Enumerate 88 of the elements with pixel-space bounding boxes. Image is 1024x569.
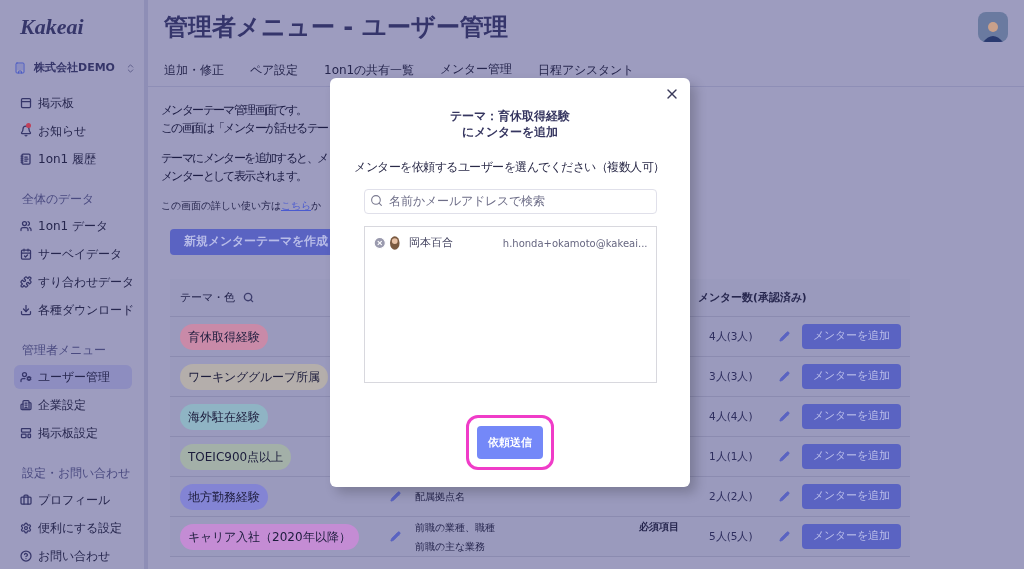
description-text: メンターテーマ管理画面です。 — [161, 102, 307, 119]
edit-icon[interactable] — [779, 331, 790, 342]
sidebar-item[interactable]: 1on1 データ — [14, 213, 132, 238]
tab[interactable]: ペア設定 — [250, 60, 298, 84]
add-mentor-button[interactable]: メンターを追加 — [802, 364, 901, 389]
calendar-check-icon — [20, 247, 32, 260]
description-text: メンターとして表示されます。 — [161, 168, 307, 185]
theme-tag: ワーキンググループ所属 — [180, 363, 328, 390]
page-title: 管理者メニュー - ユーザー管理 — [164, 12, 508, 42]
edit-icon[interactable] — [779, 531, 790, 542]
dialog-title: にメンターを追加 — [462, 124, 558, 140]
mentor-count: 5人(5人) — [709, 528, 754, 544]
avatar[interactable] — [978, 12, 1008, 42]
edit-icon[interactable] — [779, 451, 790, 462]
search-icon — [369, 194, 383, 207]
mentor-count: 2人(2人) — [709, 488, 754, 504]
column-header: メンター数(承認済み) — [698, 289, 807, 305]
sidebar-item[interactable]: すり合わせデータ — [14, 269, 132, 294]
edit-icon[interactable] — [779, 491, 790, 502]
mentor-count: 3人(3人) — [709, 368, 754, 384]
download-icon — [20, 303, 32, 316]
required-label: 必須項目 — [639, 520, 679, 534]
field-name: 前職の主な業務 — [415, 539, 486, 554]
search-icon[interactable] — [243, 292, 254, 303]
theme-tag: 地方勤務経験 — [180, 483, 268, 510]
bell-icon — [20, 124, 32, 137]
sidebar-item[interactable]: 各種ダウンロード — [14, 297, 132, 322]
section-heading: 全体のデータ — [22, 190, 94, 208]
field-name: 配属拠点名 — [415, 490, 465, 504]
avatar-icon — [388, 236, 401, 250]
theme-tag: TOEIC900点以上 — [180, 443, 292, 470]
briefcase-icon — [20, 494, 32, 507]
section-heading: 設定・お問い合わせ — [22, 465, 130, 482]
theme-tag: 海外駐在経験 — [180, 403, 268, 430]
add-mentor-button[interactable]: メンターを追加 — [802, 524, 901, 549]
board-icon — [20, 96, 32, 109]
tab[interactable]: 追加・修正 — [164, 60, 224, 84]
sidebar-item[interactable]: 1on1 履歴 — [14, 146, 132, 171]
theme-tag: キャリア入社（2020年以降） — [180, 523, 359, 550]
sidebar-item[interactable]: 掲示板設定 — [14, 421, 132, 445]
help-text: か — [311, 199, 321, 213]
edit-icon[interactable] — [779, 371, 790, 382]
help-text: この画面の詳しい使い方は — [161, 199, 281, 213]
field-name: 前職の業種、職種 — [415, 520, 495, 535]
sort-icon — [125, 62, 136, 74]
description-text: この画面は「メンターが話せるテー — [161, 120, 328, 137]
sidebar-item[interactable]: 便利にする設定 — [14, 516, 132, 541]
add-mentor-button[interactable]: メンターを追加 — [802, 404, 901, 429]
mentor-count: 1人(1人) — [709, 448, 754, 464]
notebook-icon — [20, 152, 32, 165]
sidebar-item[interactable]: プロフィール — [14, 488, 132, 513]
edit-icon[interactable] — [779, 411, 790, 422]
settings-icon — [20, 522, 32, 535]
sidebar-item[interactable]: 掲示板 — [14, 90, 132, 115]
user-email: h.honda+okamoto@kakeai... — [502, 236, 648, 251]
tab[interactable]: 日程アシスタント — [538, 60, 635, 84]
column-header: テーマ・色 — [180, 289, 235, 305]
sidebar-item[interactable]: 企業設定 — [14, 393, 132, 417]
layout-icon — [20, 427, 32, 439]
tab[interactable]: 1on1の共有一覧 — [324, 60, 415, 84]
sidebar-item[interactable]: ユーザー管理 — [14, 365, 132, 389]
company-selector[interactable]: 株式会社DEMO — [14, 60, 132, 77]
add-mentor-button[interactable]: メンターを追加 — [802, 484, 901, 509]
help-icon — [20, 550, 32, 563]
user-gear-icon — [20, 371, 32, 383]
logo: Kakeai — [20, 16, 84, 38]
mentor-count: 4人(3人) — [709, 328, 754, 344]
description-text: テーマにメンターを追加すると、メ — [161, 150, 328, 167]
dialog-title: テーマ：育休取得経験 — [450, 108, 570, 124]
user-name: 岡本百合 — [408, 235, 454, 251]
search-field[interactable]: 名前かメールアドレスで検索 — [363, 188, 657, 214]
add-mentor-button[interactable]: メンターを追加 — [802, 324, 901, 349]
people-icon — [20, 219, 32, 232]
send-request-button[interactable]: 依頼送信 — [477, 426, 543, 459]
sidebar-item[interactable]: お問い合わせ — [14, 544, 132, 569]
sidebar-item[interactable]: お知らせ — [14, 118, 132, 143]
edit-icon[interactable] — [390, 491, 401, 502]
company-icon — [14, 62, 26, 75]
theme-tag: 育休取得経験 — [180, 323, 268, 350]
building-icon — [20, 399, 32, 411]
instruction-text: メンターを依頼するユーザーを選んでください（複数人可） — [354, 159, 665, 176]
sidebar-item[interactable]: サーベイデータ — [14, 241, 132, 266]
remove-icon[interactable] — [372, 236, 386, 250]
section-heading: 管理者メニュー — [22, 341, 106, 359]
puzzle-icon — [20, 275, 32, 288]
mentor-count: 4人(4人) — [709, 408, 754, 424]
edit-icon[interactable] — [390, 531, 401, 542]
add-mentor-button[interactable]: メンターを追加 — [802, 444, 901, 469]
